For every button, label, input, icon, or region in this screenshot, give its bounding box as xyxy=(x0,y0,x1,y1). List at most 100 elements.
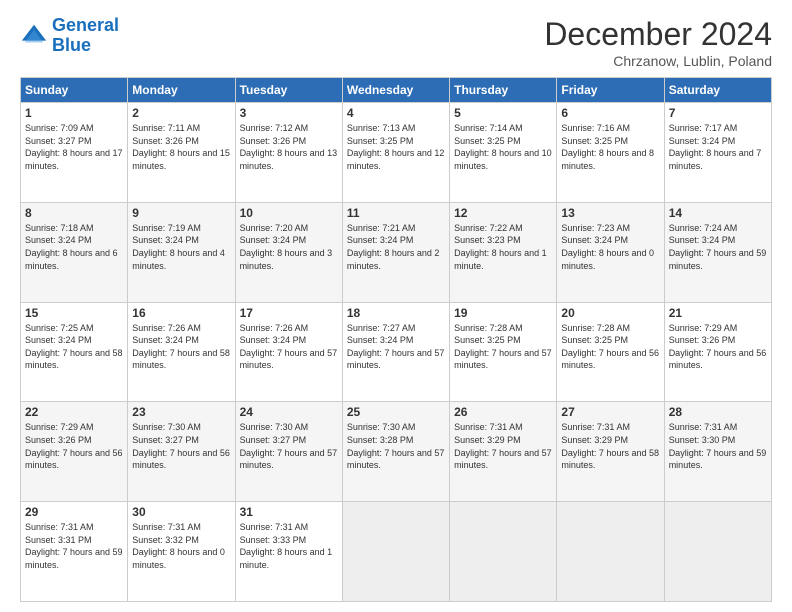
table-row: 27 Sunrise: 7:31 AM Sunset: 3:29 PM Dayl… xyxy=(557,402,664,502)
day-number: 8 xyxy=(25,206,123,220)
day-info: Sunrise: 7:31 AM Sunset: 3:30 PM Dayligh… xyxy=(669,421,767,471)
calendar-week-row: 1 Sunrise: 7:09 AM Sunset: 3:27 PM Dayli… xyxy=(21,103,772,203)
table-row: 26 Sunrise: 7:31 AM Sunset: 3:29 PM Dayl… xyxy=(450,402,557,502)
day-number: 15 xyxy=(25,306,123,320)
day-info: Sunrise: 7:28 AM Sunset: 3:25 PM Dayligh… xyxy=(454,322,552,372)
day-info: Sunrise: 7:31 AM Sunset: 3:32 PM Dayligh… xyxy=(132,521,230,571)
table-row: 23 Sunrise: 7:30 AM Sunset: 3:27 PM Dayl… xyxy=(128,402,235,502)
col-friday: Friday xyxy=(557,78,664,103)
table-row: 9 Sunrise: 7:19 AM Sunset: 3:24 PM Dayli… xyxy=(128,202,235,302)
day-info: Sunrise: 7:29 AM Sunset: 3:26 PM Dayligh… xyxy=(25,421,123,471)
day-info: Sunrise: 7:25 AM Sunset: 3:24 PM Dayligh… xyxy=(25,322,123,372)
day-number: 29 xyxy=(25,505,123,519)
day-number: 24 xyxy=(240,405,338,419)
table-row xyxy=(557,502,664,602)
calendar-week-row: 29 Sunrise: 7:31 AM Sunset: 3:31 PM Dayl… xyxy=(21,502,772,602)
table-row: 30 Sunrise: 7:31 AM Sunset: 3:32 PM Dayl… xyxy=(128,502,235,602)
table-row xyxy=(664,502,771,602)
table-row: 15 Sunrise: 7:25 AM Sunset: 3:24 PM Dayl… xyxy=(21,302,128,402)
table-row: 29 Sunrise: 7:31 AM Sunset: 3:31 PM Dayl… xyxy=(21,502,128,602)
day-number: 31 xyxy=(240,505,338,519)
day-info: Sunrise: 7:12 AM Sunset: 3:26 PM Dayligh… xyxy=(240,122,338,172)
calendar-week-row: 22 Sunrise: 7:29 AM Sunset: 3:26 PM Dayl… xyxy=(21,402,772,502)
calendar-week-row: 8 Sunrise: 7:18 AM Sunset: 3:24 PM Dayli… xyxy=(21,202,772,302)
table-row: 11 Sunrise: 7:21 AM Sunset: 3:24 PM Dayl… xyxy=(342,202,449,302)
table-row xyxy=(342,502,449,602)
table-row: 2 Sunrise: 7:11 AM Sunset: 3:26 PM Dayli… xyxy=(128,103,235,203)
day-info: Sunrise: 7:21 AM Sunset: 3:24 PM Dayligh… xyxy=(347,222,445,272)
day-info: Sunrise: 7:30 AM Sunset: 3:28 PM Dayligh… xyxy=(347,421,445,471)
day-number: 12 xyxy=(454,206,552,220)
table-row: 20 Sunrise: 7:28 AM Sunset: 3:25 PM Dayl… xyxy=(557,302,664,402)
page: General Blue December 2024 Chrzanow, Lub… xyxy=(0,0,792,612)
day-info: Sunrise: 7:27 AM Sunset: 3:24 PM Dayligh… xyxy=(347,322,445,372)
table-row: 3 Sunrise: 7:12 AM Sunset: 3:26 PM Dayli… xyxy=(235,103,342,203)
day-number: 25 xyxy=(347,405,445,419)
table-row: 28 Sunrise: 7:31 AM Sunset: 3:30 PM Dayl… xyxy=(664,402,771,502)
day-number: 20 xyxy=(561,306,659,320)
calendar: Sunday Monday Tuesday Wednesday Thursday… xyxy=(20,77,772,602)
day-number: 6 xyxy=(561,106,659,120)
day-info: Sunrise: 7:18 AM Sunset: 3:24 PM Dayligh… xyxy=(25,222,123,272)
table-row: 25 Sunrise: 7:30 AM Sunset: 3:28 PM Dayl… xyxy=(342,402,449,502)
day-info: Sunrise: 7:19 AM Sunset: 3:24 PM Dayligh… xyxy=(132,222,230,272)
day-number: 11 xyxy=(347,206,445,220)
day-info: Sunrise: 7:23 AM Sunset: 3:24 PM Dayligh… xyxy=(561,222,659,272)
day-number: 7 xyxy=(669,106,767,120)
table-row xyxy=(450,502,557,602)
day-number: 10 xyxy=(240,206,338,220)
day-number: 26 xyxy=(454,405,552,419)
header: General Blue December 2024 Chrzanow, Lub… xyxy=(20,16,772,69)
logo-icon xyxy=(20,22,48,50)
table-row: 17 Sunrise: 7:26 AM Sunset: 3:24 PM Dayl… xyxy=(235,302,342,402)
day-info: Sunrise: 7:11 AM Sunset: 3:26 PM Dayligh… xyxy=(132,122,230,172)
day-number: 2 xyxy=(132,106,230,120)
calendar-week-row: 15 Sunrise: 7:25 AM Sunset: 3:24 PM Dayl… xyxy=(21,302,772,402)
day-info: Sunrise: 7:17 AM Sunset: 3:24 PM Dayligh… xyxy=(669,122,767,172)
day-info: Sunrise: 7:30 AM Sunset: 3:27 PM Dayligh… xyxy=(132,421,230,471)
col-tuesday: Tuesday xyxy=(235,78,342,103)
day-info: Sunrise: 7:28 AM Sunset: 3:25 PM Dayligh… xyxy=(561,322,659,372)
day-info: Sunrise: 7:31 AM Sunset: 3:33 PM Dayligh… xyxy=(240,521,338,571)
day-info: Sunrise: 7:31 AM Sunset: 3:29 PM Dayligh… xyxy=(454,421,552,471)
table-row: 14 Sunrise: 7:24 AM Sunset: 3:24 PM Dayl… xyxy=(664,202,771,302)
logo-text: General Blue xyxy=(52,16,119,56)
col-saturday: Saturday xyxy=(664,78,771,103)
table-row: 12 Sunrise: 7:22 AM Sunset: 3:23 PM Dayl… xyxy=(450,202,557,302)
day-number: 21 xyxy=(669,306,767,320)
table-row: 8 Sunrise: 7:18 AM Sunset: 3:24 PM Dayli… xyxy=(21,202,128,302)
day-info: Sunrise: 7:29 AM Sunset: 3:26 PM Dayligh… xyxy=(669,322,767,372)
day-info: Sunrise: 7:26 AM Sunset: 3:24 PM Dayligh… xyxy=(132,322,230,372)
day-info: Sunrise: 7:26 AM Sunset: 3:24 PM Dayligh… xyxy=(240,322,338,372)
day-info: Sunrise: 7:30 AM Sunset: 3:27 PM Dayligh… xyxy=(240,421,338,471)
day-number: 3 xyxy=(240,106,338,120)
table-row: 7 Sunrise: 7:17 AM Sunset: 3:24 PM Dayli… xyxy=(664,103,771,203)
title-block: December 2024 Chrzanow, Lublin, Poland xyxy=(544,16,772,69)
day-number: 30 xyxy=(132,505,230,519)
day-number: 1 xyxy=(25,106,123,120)
month-title: December 2024 xyxy=(544,16,772,53)
col-wednesday: Wednesday xyxy=(342,78,449,103)
table-row: 6 Sunrise: 7:16 AM Sunset: 3:25 PM Dayli… xyxy=(557,103,664,203)
calendar-header-row: Sunday Monday Tuesday Wednesday Thursday… xyxy=(21,78,772,103)
day-number: 16 xyxy=(132,306,230,320)
day-number: 28 xyxy=(669,405,767,419)
table-row: 16 Sunrise: 7:26 AM Sunset: 3:24 PM Dayl… xyxy=(128,302,235,402)
logo: General Blue xyxy=(20,16,119,56)
col-thursday: Thursday xyxy=(450,78,557,103)
day-number: 23 xyxy=(132,405,230,419)
table-row: 31 Sunrise: 7:31 AM Sunset: 3:33 PM Dayl… xyxy=(235,502,342,602)
day-number: 22 xyxy=(25,405,123,419)
day-number: 9 xyxy=(132,206,230,220)
day-number: 4 xyxy=(347,106,445,120)
table-row: 10 Sunrise: 7:20 AM Sunset: 3:24 PM Dayl… xyxy=(235,202,342,302)
table-row: 24 Sunrise: 7:30 AM Sunset: 3:27 PM Dayl… xyxy=(235,402,342,502)
col-monday: Monday xyxy=(128,78,235,103)
table-row: 5 Sunrise: 7:14 AM Sunset: 3:25 PM Dayli… xyxy=(450,103,557,203)
day-number: 19 xyxy=(454,306,552,320)
day-info: Sunrise: 7:31 AM Sunset: 3:29 PM Dayligh… xyxy=(561,421,659,471)
day-info: Sunrise: 7:22 AM Sunset: 3:23 PM Dayligh… xyxy=(454,222,552,272)
table-row: 13 Sunrise: 7:23 AM Sunset: 3:24 PM Dayl… xyxy=(557,202,664,302)
table-row: 19 Sunrise: 7:28 AM Sunset: 3:25 PM Dayl… xyxy=(450,302,557,402)
col-sunday: Sunday xyxy=(21,78,128,103)
